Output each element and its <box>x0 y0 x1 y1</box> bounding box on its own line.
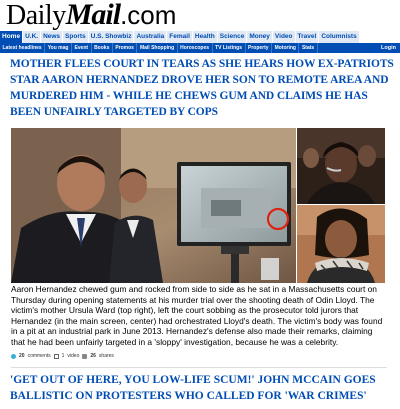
nav-tab-home[interactable]: Home <box>0 31 24 43</box>
subnav-motoring[interactable]: Motoring <box>272 43 300 53</box>
secondary-nav: Latest headlines You mag Event Books Pro… <box>0 43 400 53</box>
primary-nav: Home U.K. News Sports U.S. Showbiz Austr… <box>0 31 400 43</box>
comments-count[interactable]: 20 <box>19 353 25 359</box>
nav-tab-australia[interactable]: Australia <box>134 31 168 43</box>
nav-tab-news[interactable]: News <box>41 31 64 43</box>
video-icon[interactable] <box>53 353 59 359</box>
comments-icon[interactable] <box>11 353 16 359</box>
subnav-mail-shopping[interactable]: Mail Shopping <box>137 43 178 53</box>
subnav-tv-listings[interactable]: TV Listings <box>213 43 246 53</box>
courtroom-photo-art <box>11 128 296 283</box>
site-logo[interactable]: DailyMail.com <box>6 0 177 31</box>
nav-tab-uk[interactable]: U.K. <box>23 31 42 43</box>
nav-tab-femail[interactable]: Femail <box>167 31 193 43</box>
login-link[interactable]: Login <box>381 45 400 51</box>
logo-com: .com <box>120 0 177 30</box>
share-icon[interactable] <box>82 353 88 359</box>
mother-photo[interactable] <box>297 128 385 204</box>
shares-label[interactable]: shares <box>99 353 114 359</box>
subnav-property[interactable]: Property <box>246 43 273 53</box>
courtroom-photo[interactable] <box>11 128 296 283</box>
nav-tab-health[interactable]: Health <box>192 31 218 43</box>
video-label[interactable]: video <box>67 353 79 359</box>
defendant-fiancee-photo[interactable] <box>297 205 385 283</box>
next-article-headline[interactable]: 'Get out of here, you low-life scum!' Jo… <box>10 372 394 404</box>
subnav-event[interactable]: Event <box>72 43 92 53</box>
nav-tab-sports[interactable]: Sports <box>63 31 89 43</box>
photo-caption: Aaron Hernandez chewed gum and rocked fr… <box>11 284 383 347</box>
logo-mail: Mail <box>65 0 121 31</box>
nav-tab-travel[interactable]: Travel <box>295 31 320 43</box>
article-headline[interactable]: Mother flees court in tears as she hears… <box>10 56 394 120</box>
nav-tab-science[interactable]: Science <box>217 31 248 43</box>
logo-daily: Daily <box>6 0 66 31</box>
article-divider <box>11 367 387 368</box>
comments-label[interactable]: comments <box>28 353 51 359</box>
subnav-horoscopes[interactable]: Horoscopes <box>178 43 213 53</box>
nav-tab-us-showbiz[interactable]: U.S. Showbiz <box>88 31 135 43</box>
defendant-fiancee-photo-art <box>297 205 385 283</box>
subnav-you-mag[interactable]: You mag <box>45 43 72 53</box>
subnav-books[interactable]: Books <box>92 43 113 53</box>
shares-count[interactable]: 26 <box>90 353 96 359</box>
nav-tab-money[interactable]: Money <box>247 31 273 43</box>
mother-photo-art <box>297 128 385 204</box>
video-count[interactable]: 1 <box>62 353 65 359</box>
subnav-promos[interactable]: Promos <box>113 43 138 53</box>
nav-tab-columnists[interactable]: Columnists <box>319 31 360 43</box>
subnav-stats[interactable]: Stats <box>299 43 318 53</box>
nav-tab-video[interactable]: Video <box>272 31 296 43</box>
article-share-bar: 20 comments 1 video 26 shares <box>11 353 114 359</box>
subnav-latest-headlines[interactable]: Latest headlines <box>0 43 46 53</box>
